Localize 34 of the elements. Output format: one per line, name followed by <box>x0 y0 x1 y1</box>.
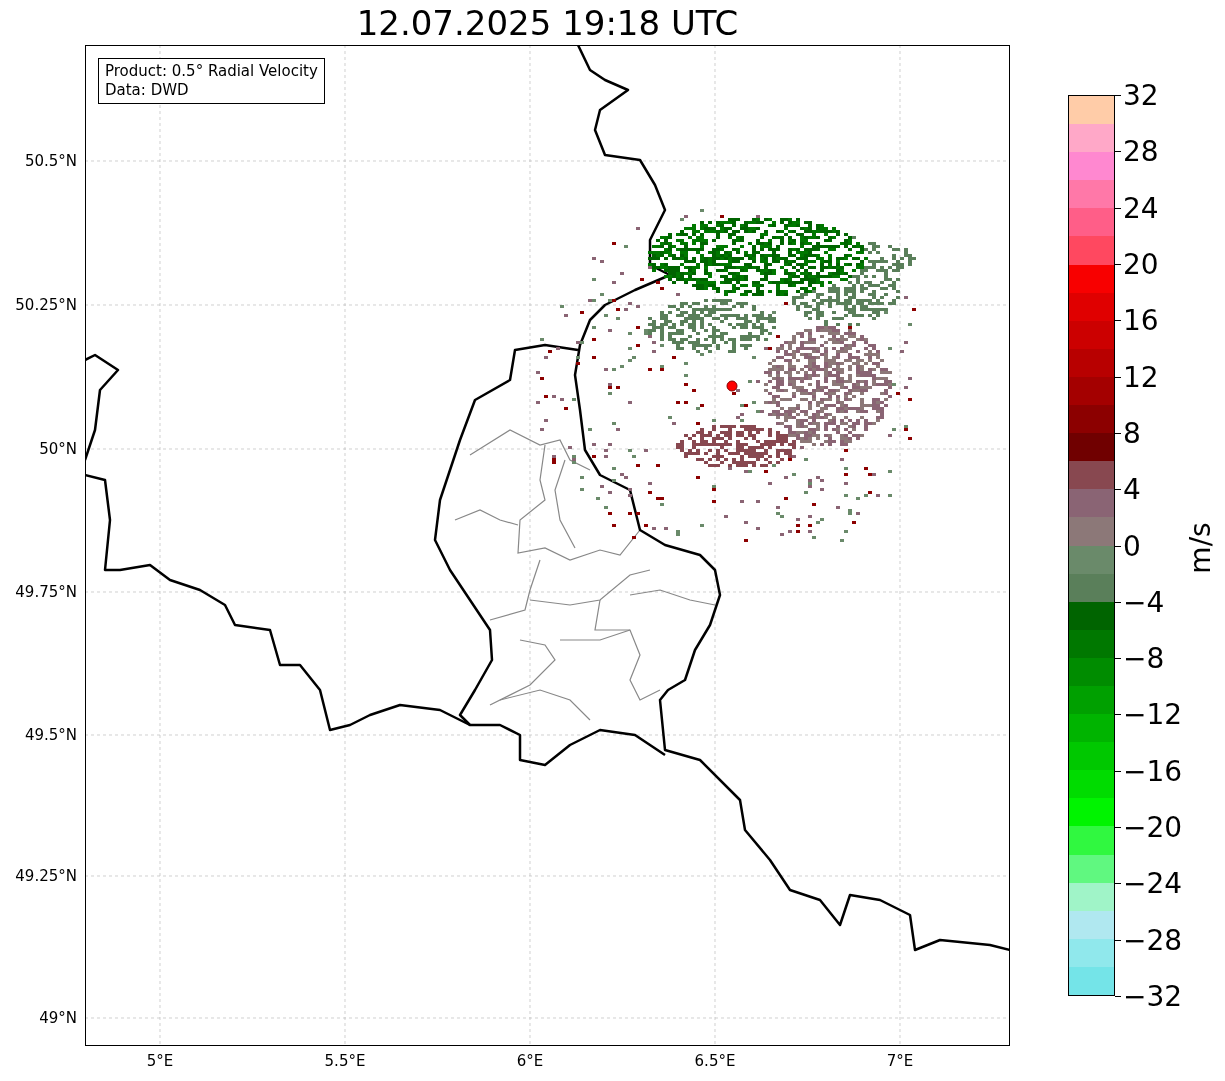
colorbar-tick-label: −20 <box>1123 810 1183 844</box>
longitude-label: 5.5°E <box>324 1052 366 1070</box>
colorbar-tick-label: −4 <box>1123 585 1165 619</box>
colorbar-tick-label: −12 <box>1123 697 1183 731</box>
colorbar-tick-label: 12 <box>1123 360 1159 394</box>
colorbar-tick-label: −28 <box>1123 923 1183 957</box>
colorbar-tick-label: 24 <box>1123 191 1159 225</box>
colorbar-tick-label: −16 <box>1123 754 1183 788</box>
info-text: Product: 0.5° Radial Velocity <box>105 62 318 81</box>
latitude-label: 49.5°N <box>24 726 77 744</box>
colorbar-tick-label: −24 <box>1123 866 1183 900</box>
colorbar-tick-label: 28 <box>1123 134 1159 168</box>
colorbar-tick-label: −8 <box>1123 641 1165 675</box>
latitude-label: 50.25°N <box>15 296 77 314</box>
latitude-label: 49.25°N <box>15 867 77 885</box>
chart-title: 12.07.2025 19:18 UTC <box>355 2 740 45</box>
longitude-label: 6°E <box>516 1052 544 1070</box>
info-text: Data: DWD <box>105 81 190 100</box>
colorbar-tick-label: 8 <box>1123 416 1141 450</box>
longitude-label: 7°E <box>886 1052 914 1070</box>
latitude-label: 50.5°N <box>24 152 77 170</box>
colorbar-tick-label: 32 <box>1123 78 1159 112</box>
latitude-label: 50°N <box>39 440 77 458</box>
colorbar-tick-label: 20 <box>1123 247 1159 281</box>
latitude-label: 49°N <box>39 1009 77 1027</box>
colorbar-tick-label: 0 <box>1123 529 1141 562</box>
colorbar-tick-label: 4 <box>1123 472 1141 506</box>
latitude-label: 49.75°N <box>15 583 77 601</box>
radar-site-marker <box>726 380 738 392</box>
colorbar-unit-label: m/s <box>1184 522 1218 574</box>
longitude-label: 6.5°E <box>694 1052 736 1070</box>
colorbar-tick-label: −32 <box>1123 979 1183 1013</box>
colorbar-tick-label: 16 <box>1123 303 1159 337</box>
longitude-label: 5°E <box>146 1052 174 1070</box>
